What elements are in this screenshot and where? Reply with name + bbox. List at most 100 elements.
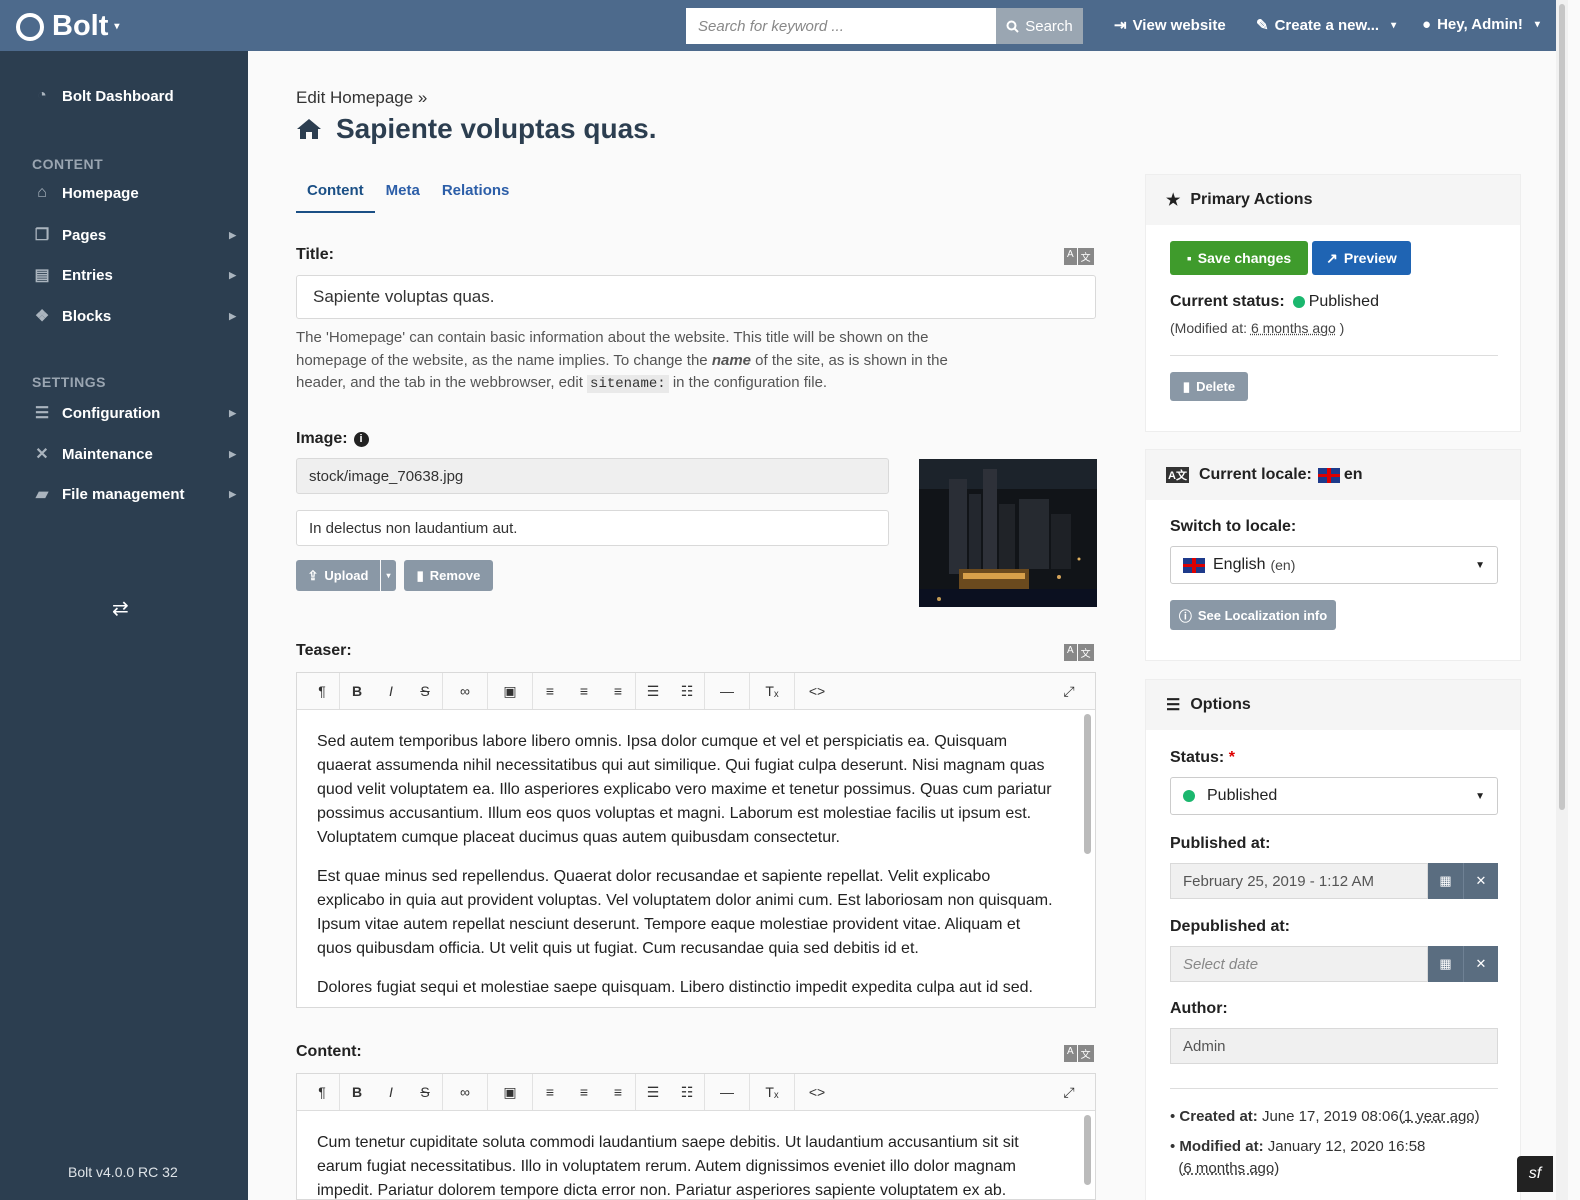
paragraph-format-icon[interactable]: ¶	[305, 683, 339, 699]
save-button[interactable]: ▪ Save changes	[1170, 241, 1308, 275]
editor-scrollbar[interactable]	[1084, 1115, 1091, 1185]
teaser-editor-body[interactable]: Sed autem temporibus labore libero omnis…	[297, 710, 1095, 1007]
sidebar: ◔ Bolt Dashboard CONTENT ⌂ Homepage ❐ Pa…	[0, 51, 248, 1200]
sidebar-toggle-icon[interactable]: ⇄	[112, 596, 129, 621]
teaser-label: Teaser:	[296, 642, 352, 659]
tab-content[interactable]: Content	[296, 172, 375, 213]
sidebar-item-file-management[interactable]: ▰ File management ▶	[32, 484, 244, 504]
create-new-menu[interactable]: ✎ Create a new... ▾	[1256, 16, 1396, 35]
strikethrough-icon[interactable]: S	[408, 683, 442, 699]
code-view-icon[interactable]: <>	[795, 1084, 839, 1100]
caret-down-icon: ▼	[1475, 790, 1485, 802]
bold-icon[interactable]: B	[340, 1084, 374, 1100]
bullet-list-icon[interactable]: ☰	[636, 683, 670, 700]
image-alt-input[interactable]	[296, 510, 889, 546]
upload-button[interactable]: ⇪ Upload	[296, 560, 380, 591]
sidebar-item-homepage[interactable]: ⌂ Homepage	[32, 184, 244, 202]
align-center-icon[interactable]: ≡	[567, 683, 601, 699]
sidebar-item-configuration[interactable]: ☰ Configuration ▶	[32, 403, 244, 423]
depublished-at-input[interactable]: Select date	[1170, 946, 1428, 982]
content-editor[interactable]: ¶ B I S ∞ ▣ ≡ ≡ ≡ ☰ ☷ — Tₓ <> ⤢ Cum tene…	[296, 1073, 1096, 1200]
editor-scrollbar[interactable]	[1084, 714, 1091, 854]
content-toolbar: ¶ B I S ∞ ▣ ≡ ≡ ≡ ☰ ☷ — Tₓ <> ⤢	[297, 1074, 1095, 1111]
teaser-editor[interactable]: ¶ B I S ∞ ▣ ≡ ≡ ≡ ☰ ☷ — Tₓ <> ⤢ Sed aute…	[296, 672, 1096, 1008]
user-icon: ●	[1422, 16, 1432, 33]
clear-format-icon[interactable]: Tₓ	[750, 1084, 794, 1100]
paragraph-format-icon[interactable]: ¶	[305, 1084, 339, 1100]
delete-button[interactable]: ▮ Delete	[1170, 372, 1248, 401]
search-button[interactable]: Search	[996, 8, 1083, 44]
view-website-label: View website	[1132, 16, 1226, 34]
editor-paragraph: Cum tenetur cupiditate soluta commodi la…	[317, 1134, 1019, 1199]
current-status: Current status: Published	[1170, 293, 1379, 311]
title-input[interactable]	[296, 275, 1096, 319]
tab-relations[interactable]: Relations	[431, 172, 521, 213]
sidebar-item-label: Entries	[62, 266, 113, 284]
align-left-icon[interactable]: ≡	[533, 683, 567, 699]
search-input[interactable]	[686, 8, 996, 44]
upload-label: Upload	[324, 568, 369, 583]
align-right-icon[interactable]: ≡	[601, 1084, 635, 1100]
divider	[1170, 1088, 1498, 1089]
link-icon[interactable]: ∞	[443, 1084, 487, 1100]
bold-icon[interactable]: B	[340, 683, 374, 699]
remove-button[interactable]: ▮ Remove	[404, 560, 493, 591]
caret-right-icon: ▶	[229, 229, 236, 240]
italic-icon[interactable]: I	[374, 1084, 408, 1100]
content-editor-body[interactable]: Cum tenetur cupiditate soluta commodi la…	[297, 1111, 1095, 1199]
sidebar-item-maintenance[interactable]: ✕ Maintenance ▶	[32, 444, 244, 464]
title-label: Title:	[296, 246, 334, 263]
align-left-icon[interactable]: ≡	[533, 1084, 567, 1100]
sidebar-item-pages[interactable]: ❐ Pages ▶	[32, 225, 244, 245]
calendar-icon[interactable]: ▦	[1428, 863, 1463, 899]
sidebar-item-blocks[interactable]: ❖ Blocks ▶	[32, 306, 244, 326]
sidebar-item-label: Blocks	[62, 307, 112, 325]
fullscreen-icon[interactable]: ⤢	[1043, 1084, 1095, 1101]
calendar-icon[interactable]: ▦	[1428, 946, 1463, 982]
upload-dropdown-toggle[interactable]: ▾	[381, 560, 396, 591]
author-input[interactable]: Admin	[1170, 1028, 1498, 1064]
align-center-icon[interactable]: ≡	[567, 1084, 601, 1100]
horizontal-rule-icon[interactable]: —	[705, 683, 749, 699]
user-menu[interactable]: ● Hey, Admin! ▾	[1422, 16, 1540, 33]
external-link-icon: ↗	[1326, 249, 1338, 266]
align-right-icon[interactable]: ≡	[601, 683, 635, 699]
view-website-link[interactable]: ⇥ View website	[1114, 16, 1226, 35]
sliders-icon: ☰	[34, 405, 50, 422]
clear-format-icon[interactable]: Tₓ	[750, 683, 794, 699]
clear-date-icon[interactable]: ✕	[1463, 946, 1498, 982]
caret-right-icon: ▶	[229, 310, 236, 321]
page-scrollbar[interactable]	[1556, 0, 1568, 1200]
clear-date-icon[interactable]: ✕	[1463, 863, 1498, 899]
locale-select[interactable]: English (en) ▼	[1170, 546, 1498, 584]
code-view-icon[interactable]: <>	[795, 683, 839, 699]
link-icon[interactable]: ∞	[443, 683, 487, 699]
image-icon[interactable]: ▣	[488, 683, 532, 700]
preview-button[interactable]: ↗ Preview	[1312, 241, 1411, 275]
published-at-input[interactable]: February 25, 2019 - 1:12 AM	[1170, 863, 1428, 899]
bolt-logo[interactable]: Bolt ▾	[16, 10, 119, 43]
status-select[interactable]: Published ▼	[1170, 777, 1498, 815]
numbered-list-icon[interactable]: ☷	[670, 1084, 704, 1101]
italic-icon[interactable]: I	[374, 683, 408, 699]
bullet-list-icon[interactable]: ☰	[636, 1084, 670, 1101]
symfony-toolbar-icon[interactable]: sf	[1517, 1156, 1553, 1192]
status-select-value: Published	[1207, 787, 1278, 804]
fullscreen-icon[interactable]: ⤢	[1043, 683, 1095, 700]
localization-info-button[interactable]: ⓘ See Localization info	[1170, 600, 1336, 630]
horizontal-rule-icon[interactable]: —	[705, 1084, 749, 1100]
author-label: Author:	[1170, 1000, 1228, 1017]
sidebar-item-dashboard[interactable]: ◔ Bolt Dashboard	[32, 87, 244, 105]
info-icon[interactable]: i	[353, 431, 369, 447]
breadcrumb[interactable]: Edit Homepage »	[296, 88, 427, 108]
sidebar-item-entries[interactable]: ▤ Entries ▶	[32, 265, 244, 285]
numbered-list-icon[interactable]: ☷	[670, 683, 704, 700]
sidebar-item-label: Pages	[62, 226, 107, 244]
image-icon[interactable]: ▣	[488, 1084, 532, 1101]
strikethrough-icon[interactable]: S	[408, 1084, 442, 1100]
sidebar-heading-content: CONTENT	[32, 156, 104, 172]
sidebar-item-label: Maintenance	[62, 445, 153, 463]
tab-meta[interactable]: Meta	[375, 172, 431, 213]
image-path-input[interactable]	[296, 458, 889, 494]
help-code: sitename:	[587, 375, 669, 393]
